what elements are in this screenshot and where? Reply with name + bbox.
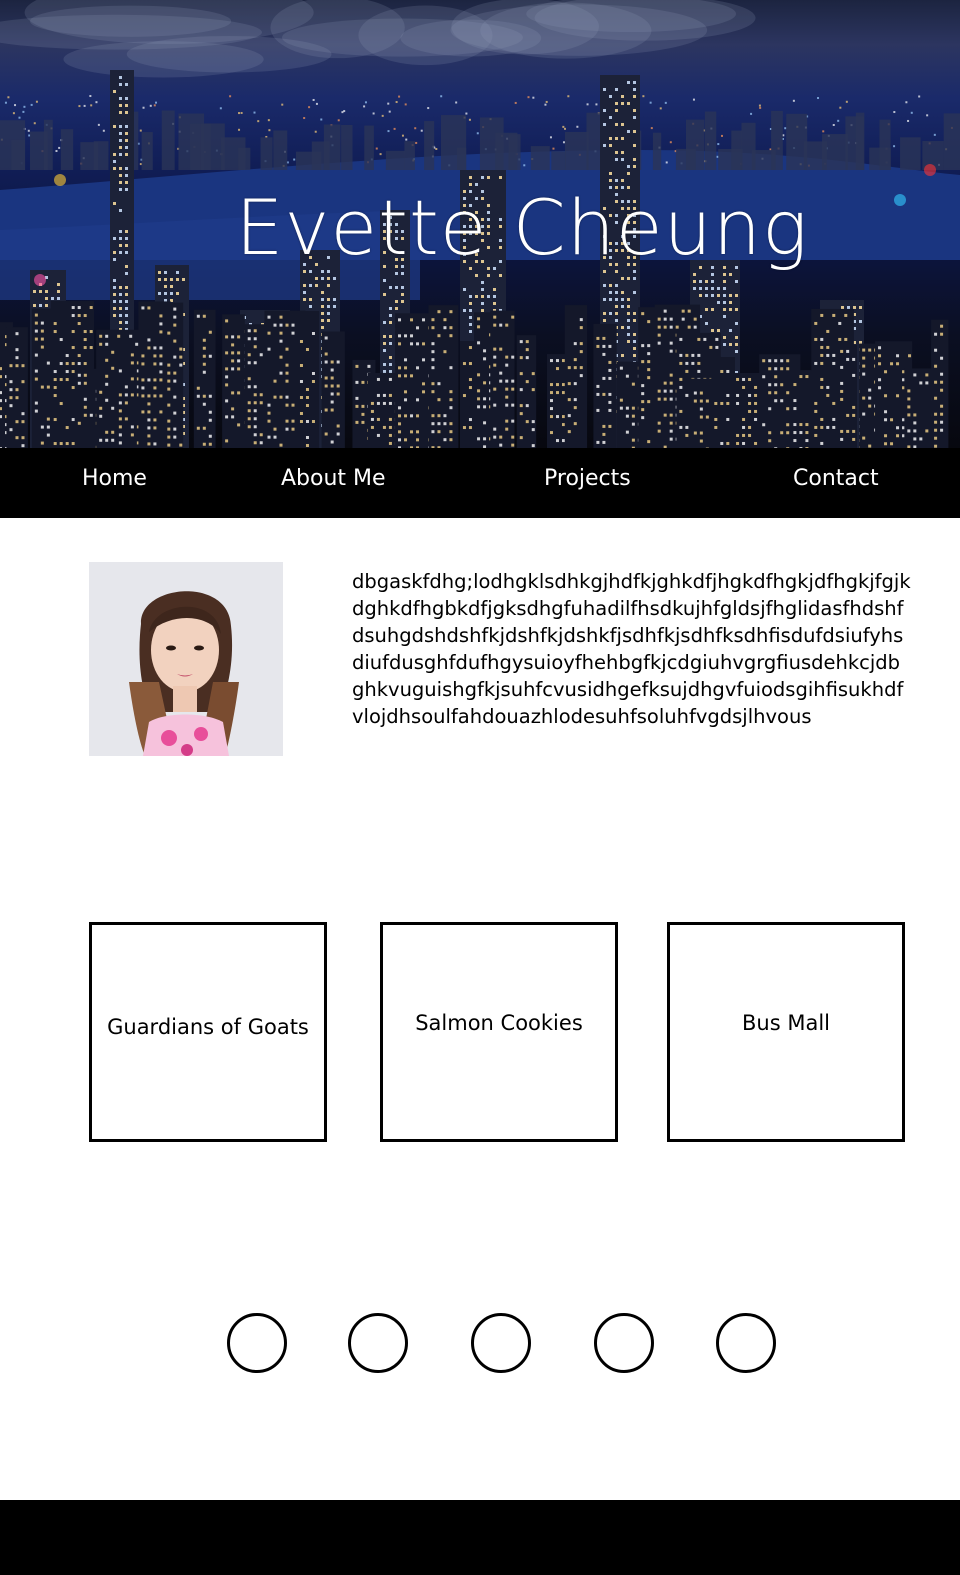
nav-projects-link[interactable]: Projects: [544, 448, 631, 518]
bio-text: dbgaskfdhg;lodhgklsdhkgjhdfkjghkdfjhgkdf…: [352, 570, 911, 728]
site-title: Evette Cheung: [235, 183, 809, 272]
social-circle-2[interactable]: [348, 1313, 408, 1373]
footer: [0, 1500, 960, 1575]
nav-about-link[interactable]: About Me: [281, 448, 386, 518]
main-nav: Home About Me Projects Contact: [0, 448, 960, 518]
social-circle-5[interactable]: [716, 1313, 776, 1373]
project-title: Bus Mall: [742, 1011, 830, 1035]
profile-photo-icon: [89, 562, 283, 756]
social-circle-1[interactable]: [227, 1313, 287, 1373]
project-card-guardians-of-goats[interactable]: Guardians of Goats: [89, 922, 327, 1142]
social-circle-3[interactable]: [471, 1313, 531, 1373]
project-card-bus-mall[interactable]: Bus Mall: [667, 922, 905, 1142]
hero-banner: Evette Cheung: [0, 0, 960, 448]
project-title: Salmon Cookies: [415, 1011, 583, 1035]
profile-photo: [89, 562, 283, 756]
nav-contact-link[interactable]: Contact: [793, 448, 879, 518]
nav-home-link[interactable]: Home: [82, 448, 147, 518]
project-title: Guardians of Goats: [107, 1015, 309, 1039]
social-circle-4[interactable]: [594, 1313, 654, 1373]
project-card-salmon-cookies[interactable]: Salmon Cookies: [380, 922, 618, 1142]
